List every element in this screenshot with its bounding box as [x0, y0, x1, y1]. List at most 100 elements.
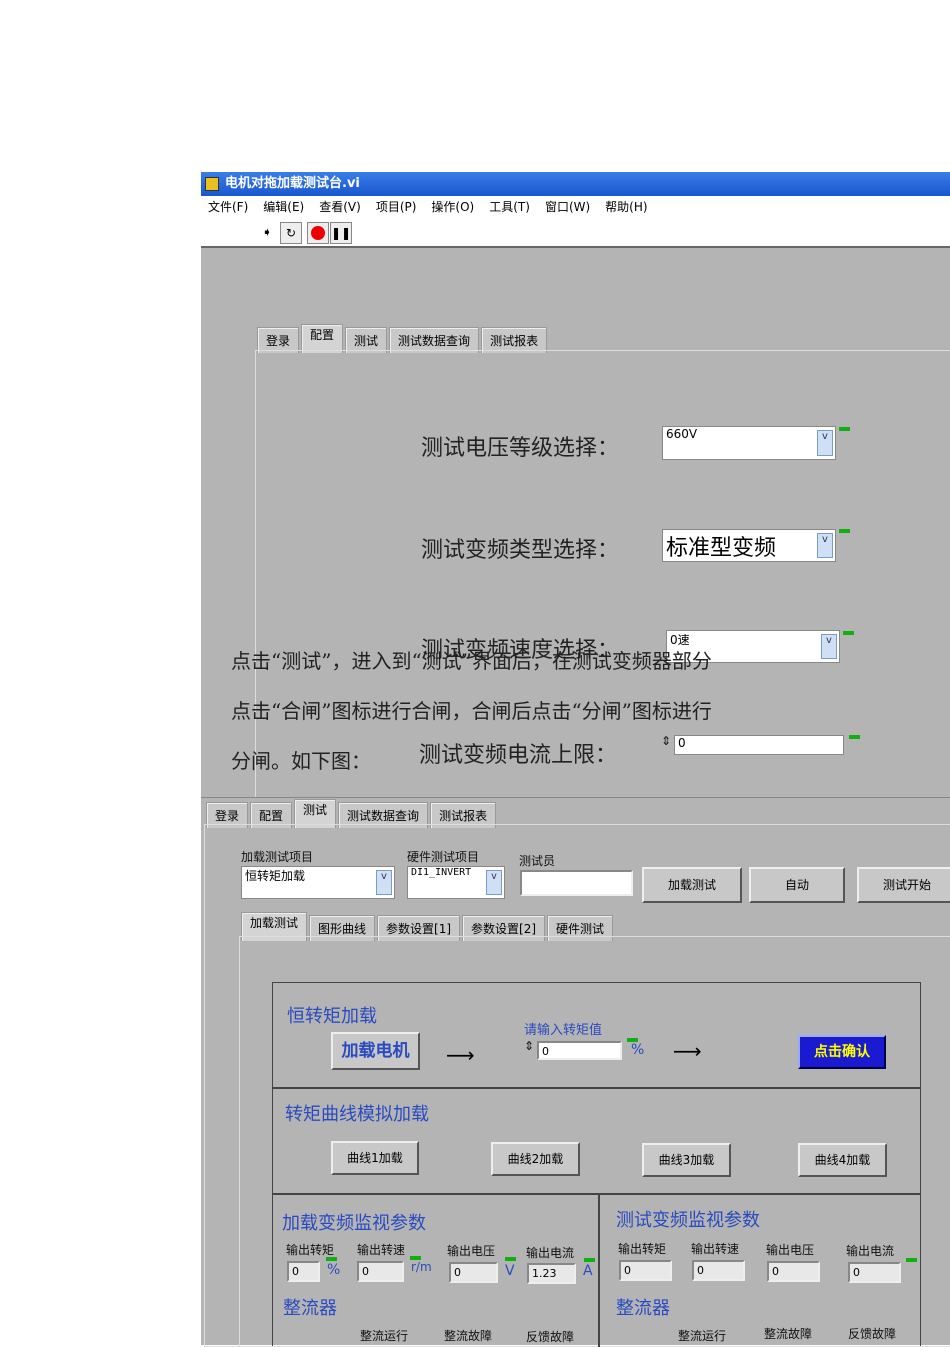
const-torque-title: 恒转矩加载: [287, 1006, 377, 1027]
led-indicator: [326, 1257, 337, 1261]
doc-line-1: 点击“测试”，进入到“测试”界面后，在测试变频器部分: [231, 649, 712, 673]
test-start-button[interactable]: 测试开始: [857, 867, 950, 903]
unit-label: V: [505, 1263, 515, 1279]
title-bar: 电机对拖加载测试台.vi: [201, 172, 950, 196]
current-limit-input[interactable]: 0: [674, 735, 844, 755]
type-label: 测试变频类型选择：: [421, 538, 620, 563]
current-limit-value: 0: [678, 736, 686, 750]
load-motor-button[interactable]: 加载电机: [331, 1032, 420, 1070]
stepper-icon[interactable]: ⇕: [661, 734, 671, 748]
curve-4-button[interactable]: 曲线4加载: [798, 1143, 887, 1177]
run-continuously-icon[interactable]: ↻: [280, 222, 302, 244]
current-readout: 1.23: [527, 1263, 576, 1284]
load-item-label: 加载测试项目: [241, 850, 314, 864]
auto-button[interactable]: 自动: [749, 867, 845, 903]
divider: [272, 1193, 921, 1195]
current-readout: 0: [848, 1262, 901, 1283]
menu-operate[interactable]: 操作(O): [431, 200, 474, 214]
hw-item-label: 硬件测试项目: [407, 850, 480, 864]
voltage-label: 测试电压等级选择：: [421, 436, 620, 461]
menu-bar: 文件(F) 编辑(E) 查看(V) 项目(P) 操作(O) 工具(T) 窗口(W) 帮助(H): [201, 196, 950, 218]
menu-edit[interactable]: 编辑(E): [263, 200, 304, 214]
current-limit-label: 测试变频电流上限：: [419, 743, 618, 768]
param-label: 输出转矩: [286, 1243, 335, 1257]
menu-help[interactable]: 帮助(H): [605, 200, 647, 214]
abort-icon[interactable]: [307, 222, 329, 244]
speed-readout: 0: [692, 1260, 745, 1281]
curve-3-button[interactable]: 曲线3加载: [642, 1143, 731, 1177]
pause-icon[interactable]: ❚❚: [330, 222, 352, 244]
doc-line-3: 分闸。如下图：: [231, 749, 371, 773]
param-label: 输出电压: [766, 1243, 815, 1257]
hw-item-value: DI1_INVERT: [411, 867, 472, 878]
torque-readout: 0: [619, 1260, 672, 1281]
hw-item-select[interactable]: DI1_INVERT v: [407, 866, 505, 899]
test-monitor-title: 测试变频监视参数: [616, 1210, 760, 1231]
led-indicator: [839, 427, 850, 431]
arrow-right-icon: ⟶: [446, 1043, 475, 1067]
tester-input[interactable]: [520, 870, 633, 896]
voltage-readout: 0: [767, 1261, 820, 1282]
led-indicator: [505, 1257, 516, 1261]
torque-unit: %: [631, 1042, 645, 1058]
tab-config[interactable]: 配置: [301, 324, 344, 353]
torque-prompt: 请输入转矩值: [524, 1023, 603, 1038]
arrow-right-icon: ⟶: [673, 1039, 702, 1063]
led-indicator: [843, 631, 854, 635]
param-label: 输出电压: [447, 1244, 496, 1258]
run-arrow-icon[interactable]: ➧: [257, 222, 277, 242]
torque-input[interactable]: 0: [537, 1041, 622, 1060]
config-panel: [255, 350, 950, 799]
param-label: 输出电流: [846, 1244, 895, 1258]
rectifier-title: 整流器: [283, 1298, 337, 1319]
menu-window[interactable]: 窗口(W): [545, 200, 590, 214]
led-indicator: [906, 1258, 917, 1262]
curve-2-button[interactable]: 曲线2加载: [491, 1142, 580, 1176]
voltage-value: 660V: [666, 427, 698, 441]
load-item-select[interactable]: 恒转矩加载 v: [241, 866, 395, 899]
load-test-button[interactable]: 加载测试: [642, 867, 742, 903]
led-indicator: [584, 1258, 595, 1262]
led-indicator: [849, 735, 860, 739]
labview-window-test: 登录 配置 测试 测试数据查询 测试报表 加载测试项目 恒转矩加载 v 硬件测试项…: [201, 797, 950, 1347]
divider: [272, 1087, 921, 1089]
menu-file[interactable]: 文件(F): [208, 200, 248, 214]
chevron-down-icon[interactable]: v: [817, 533, 833, 558]
load-item-value: 恒转矩加载: [245, 869, 306, 883]
curve-title: 转矩曲线模拟加载: [285, 1104, 429, 1125]
chevron-down-icon[interactable]: v: [817, 430, 833, 456]
torque-readout: 0: [287, 1261, 320, 1282]
speed-readout: 0: [357, 1261, 404, 1282]
rect-running-label: 整流运行: [360, 1329, 409, 1343]
rect-fault-label: 整流故障: [444, 1329, 493, 1343]
param-label: 输出转速: [357, 1243, 406, 1257]
menu-project[interactable]: 项目(P): [376, 200, 417, 214]
chevron-down-icon[interactable]: v: [821, 634, 837, 659]
led-indicator: [410, 1256, 421, 1260]
rect-fault-label: 整流故障: [764, 1327, 813, 1341]
tester-label: 测试员: [519, 854, 556, 868]
rectifier-title: 整流器: [616, 1298, 670, 1319]
led-indicator: [627, 1038, 638, 1042]
confirm-button[interactable]: 点击确认: [798, 1035, 886, 1069]
menu-tools[interactable]: 工具(T): [489, 200, 530, 214]
type-value: 标准型变频: [666, 536, 777, 561]
feedback-fault-label: 反馈故障: [526, 1330, 575, 1344]
doc-line-2: 点击“合闸”图标进行合闸，合闸后点击“分闸”图标进行: [231, 699, 712, 723]
chevron-down-icon[interactable]: v: [376, 870, 392, 895]
curve-1-button[interactable]: 曲线1加载: [331, 1141, 419, 1175]
stepper-icon[interactable]: ⇕: [524, 1039, 534, 1053]
unit-label: r/m: [411, 1260, 432, 1274]
menu-view[interactable]: 查看(V): [319, 200, 361, 214]
chevron-down-icon[interactable]: v: [486, 870, 502, 895]
param-label: 输出转速: [691, 1242, 740, 1256]
voltage-readout: 0: [449, 1262, 498, 1283]
window-title: 电机对拖加载测试台.vi: [225, 176, 360, 191]
led-indicator: [839, 529, 850, 533]
param-label: 输出电流: [526, 1246, 575, 1260]
divider: [598, 1193, 600, 1347]
toolbar: ➧ ↻ ❚❚: [201, 218, 950, 248]
type-select[interactable]: 标准型变频 v: [662, 529, 836, 562]
voltage-select[interactable]: 660V v: [662, 426, 836, 460]
labview-vi-icon: [205, 176, 219, 191]
